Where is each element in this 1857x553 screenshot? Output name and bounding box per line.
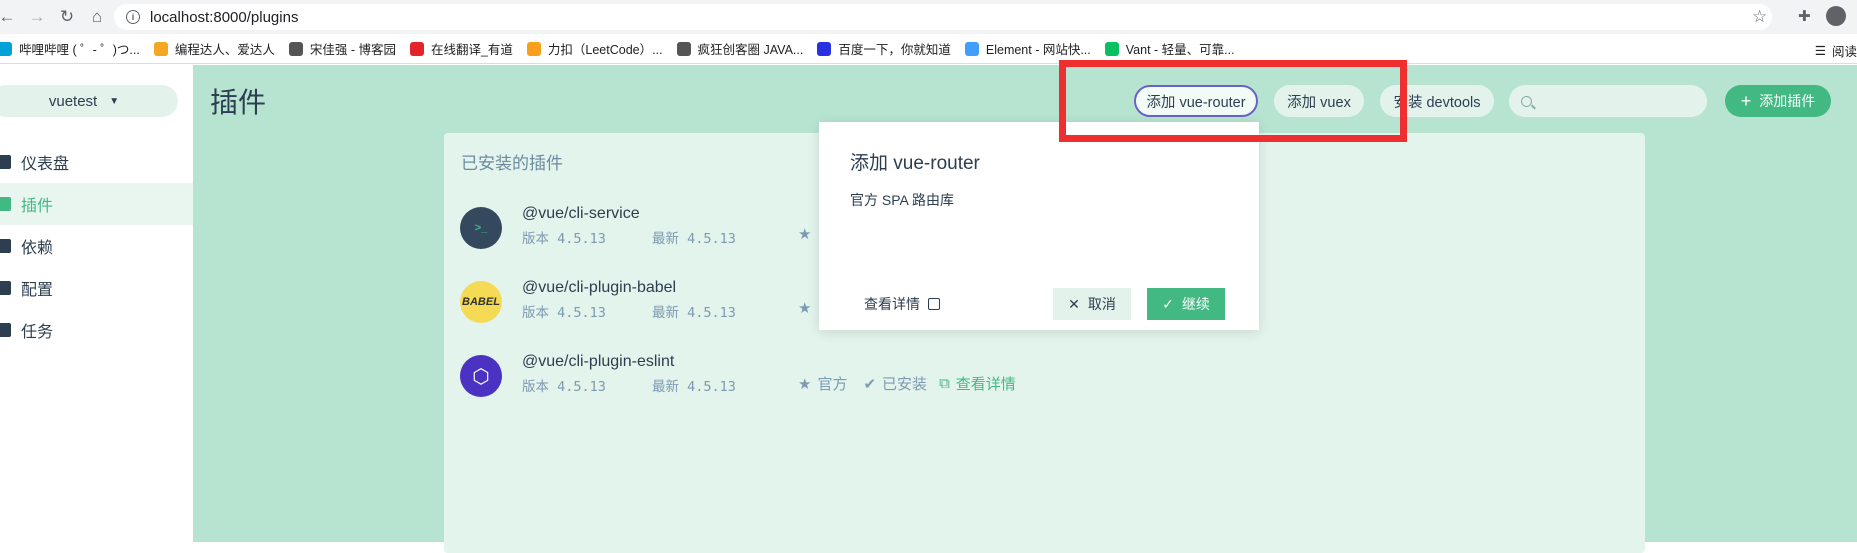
search-input[interactable]	[1540, 93, 1700, 109]
project-selector[interactable]: vuetest ▼	[0, 85, 178, 117]
bookmark-item[interactable]: 百度一下，你就知道	[817, 39, 951, 58]
sidebar: vuetest ▼ 仪表盘 插件 依赖 配置 任务	[0, 65, 193, 542]
sidebar-item-tasks[interactable]: 任务	[0, 309, 193, 351]
star-icon: ★	[798, 300, 812, 317]
url-text: localhost:8000/plugins	[150, 8, 299, 26]
add-plugin-popover: 添加 vue-router 官方 SPA 路由库 查看详情 ✕ 取消 ✓ 继续	[819, 122, 1259, 330]
site-info-icon[interactable]: i	[126, 10, 140, 24]
plugin-detail-link[interactable]: 查看详情	[956, 373, 1016, 394]
leetcode-icon	[526, 41, 541, 56]
search-icon	[1521, 95, 1532, 107]
address-bar[interactable]: i localhost:8000/plugins	[114, 4, 1772, 30]
plugin-search[interactable]	[1509, 85, 1707, 117]
star-icon: ★	[798, 226, 812, 243]
plugin-version: 版本 4.5.13	[522, 379, 606, 395]
star-icon: ★	[798, 375, 812, 393]
check-icon: ✓	[1162, 295, 1174, 312]
plugin-icon	[0, 197, 11, 211]
page-title: 插件	[210, 87, 267, 118]
popover-title: 添加 vue-router	[850, 153, 980, 174]
plugin-latest: 最新 4.5.13	[652, 379, 736, 395]
check-circle-icon: ✔	[863, 375, 877, 393]
add-plugin-button[interactable]: + 添加插件	[1725, 85, 1831, 117]
profile-avatar[interactable]	[1826, 6, 1846, 26]
bookmark-item[interactable]: 哔哩哔哩 ( ゜- ゜)つ...	[0, 39, 140, 58]
popover-description: 官方 SPA 路由库	[850, 192, 954, 208]
plugin-version: 版本 4.5.13	[522, 231, 606, 247]
plugin-version: 版本 4.5.13	[522, 305, 606, 321]
sidebar-item-config[interactable]: 配置	[0, 267, 193, 309]
plugin-latest: 最新 4.5.13	[652, 305, 736, 321]
sidebar-item-dependencies[interactable]: 依赖	[0, 225, 193, 267]
youdao-icon	[409, 41, 424, 56]
view-details-link[interactable]: 查看详情	[864, 294, 940, 314]
element-icon	[964, 41, 979, 56]
browser-toolbar: ← → ↻ ⌂ i localhost:8000/plugins ☆ ✚	[0, 0, 1857, 34]
external-link-icon[interactable]: ⧉	[939, 375, 950, 392]
babel-logo: BABEL	[460, 281, 502, 323]
reading-list[interactable]: ☰ 阅读	[1815, 41, 1857, 60]
bookmark-item[interactable]: 宋佳强 - 博客园	[288, 39, 396, 58]
bookmark-item[interactable]: Element - 网站快...	[964, 39, 1091, 58]
installed-badge: 已安装	[882, 376, 928, 393]
reading-list-icon: ☰	[1814, 44, 1826, 58]
continue-button[interactable]: ✓ 继续	[1147, 288, 1225, 320]
extensions-icon[interactable]: ✚	[1798, 7, 1811, 25]
task-icon	[0, 323, 11, 337]
caret-down-icon: ▼	[109, 95, 120, 107]
bookmark-item[interactable]: 在线翻译_有道	[409, 39, 513, 58]
config-icon	[0, 281, 11, 295]
reload-icon[interactable]: ↻	[52, 2, 82, 32]
baidu-icon	[817, 41, 832, 56]
vant-icon	[1104, 41, 1119, 56]
plugin-latest: 最新 4.5.13	[652, 231, 736, 247]
sidebar-item-plugins[interactable]: 插件	[0, 183, 193, 225]
plugin-name: @vue/cli-plugin-babel	[522, 279, 677, 296]
external-link-icon	[928, 298, 940, 310]
site-icon	[676, 41, 691, 56]
plugin-name: @vue/cli-service	[522, 205, 640, 222]
forward-icon[interactable]: →	[22, 2, 52, 32]
bookmark-item[interactable]: 疯狂创客圈 JAVA...	[676, 39, 803, 58]
plugin-name: @vue/cli-plugin-eslint	[522, 353, 675, 370]
bookmark-item[interactable]: 力扣（LeetCode）...	[526, 39, 663, 58]
eslint-logo: ⬡	[460, 355, 502, 397]
bookmark-star-icon[interactable]: ☆	[1752, 7, 1767, 27]
plus-icon: +	[1740, 90, 1752, 111]
bookmark-item[interactable]: 编程达人、爱达人	[153, 39, 275, 58]
official-badge: 官方	[817, 376, 848, 393]
bookmarks-bar: 哔哩哔哩 ( ゜- ゜)つ... 编程达人、爱达人 宋佳强 - 博客园 在线翻译…	[0, 34, 1857, 64]
bookmark-item[interactable]: Vant - 轻量、可靠...	[1104, 39, 1235, 58]
back-icon[interactable]: ←	[0, 2, 22, 32]
dashboard-icon	[0, 155, 11, 169]
sidebar-item-dashboard[interactable]: 仪表盘	[0, 141, 193, 183]
dependency-icon	[0, 239, 11, 253]
cancel-button[interactable]: ✕ 取消	[1053, 288, 1131, 320]
plugin-item[interactable]: ⬡ @vue/cli-plugin-eslint 版本 4.5.13 最新 4.…	[460, 353, 1160, 403]
annotation-highlight-box	[1059, 60, 1407, 142]
site-icon	[153, 41, 168, 56]
cnblogs-icon	[288, 41, 303, 56]
home-icon[interactable]: ⌂	[82, 2, 112, 32]
vue-ui-app: vuetest ▼ 仪表盘 插件 依赖 配置 任务 插件 添加 vue-rout…	[0, 60, 1857, 553]
close-icon: ✕	[1068, 295, 1080, 312]
bilibili-icon	[0, 41, 12, 56]
panel-title: 已安装的插件	[461, 154, 563, 173]
vue-cli-service-logo: >_	[460, 207, 502, 249]
